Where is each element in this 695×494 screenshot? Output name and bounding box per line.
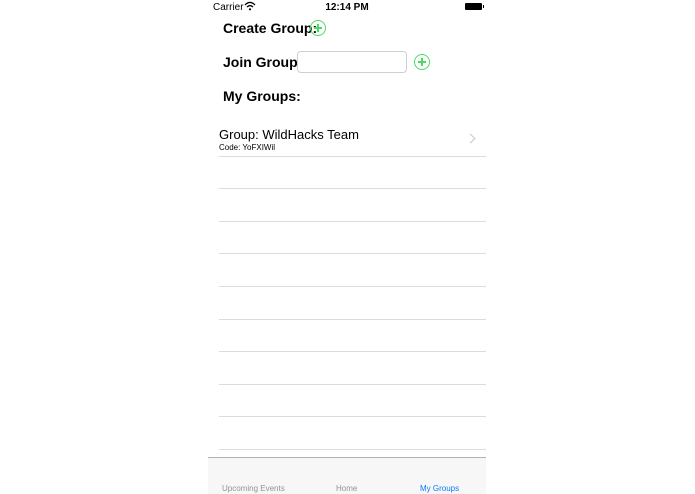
group-code: Code: YoFXIWil <box>219 143 276 152</box>
tab-my-groups[interactable]: My Groups <box>420 484 459 493</box>
empty-table-row <box>219 157 486 190</box>
empty-table-row <box>219 320 486 353</box>
create-group-label: Create Group: <box>223 20 318 36</box>
tab-bar: Upcoming Events Home My Groups <box>208 457 486 494</box>
empty-table-row <box>219 254 486 287</box>
empty-table-row <box>219 385 486 418</box>
create-group-plus-icon[interactable] <box>310 20 326 36</box>
join-group-plus-icon[interactable] <box>414 54 430 70</box>
empty-table-row <box>219 417 486 450</box>
groups-table: Group: WildHacks Team Code: YoFXIWil <box>219 124 486 450</box>
empty-table-row <box>219 189 486 222</box>
tab-upcoming-events[interactable]: Upcoming Events <box>222 484 285 493</box>
group-title: Group: WildHacks Team <box>219 127 359 142</box>
join-group-label: Join Group: <box>223 54 303 70</box>
join-group-code-input[interactable] <box>297 51 407 73</box>
empty-table-row <box>219 222 486 255</box>
tab-home[interactable]: Home <box>336 484 357 493</box>
group-cell[interactable]: Group: WildHacks Team Code: YoFXIWil <box>219 124 486 157</box>
battery-icon <box>465 3 484 10</box>
status-bar: Carrier 12:14 PM <box>208 0 486 14</box>
phone-screen: Carrier 12:14 PM Create Group: Join Grou… <box>208 0 486 494</box>
chevron-right-icon <box>465 133 476 144</box>
empty-table-row <box>219 287 486 320</box>
status-time: 12:14 PM <box>325 2 369 13</box>
empty-table-row <box>219 352 486 385</box>
my-groups-heading: My Groups: <box>223 88 301 104</box>
